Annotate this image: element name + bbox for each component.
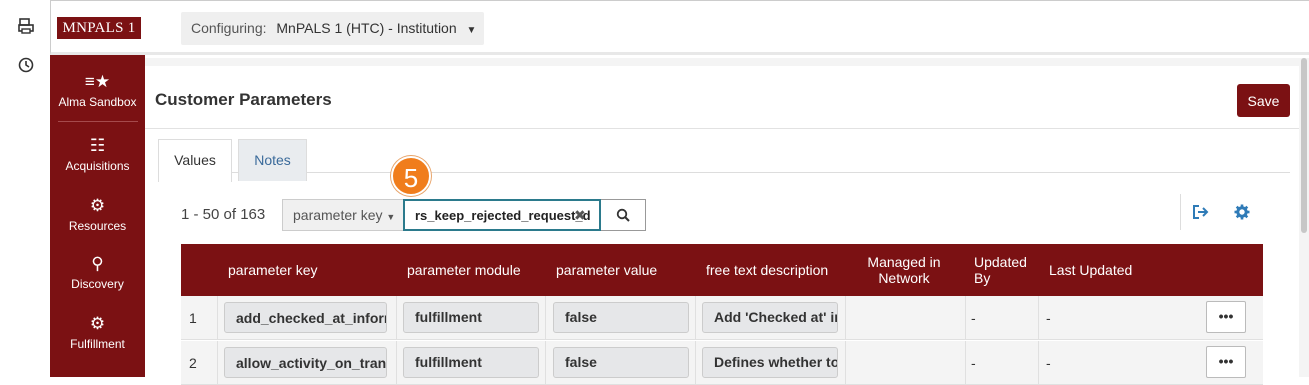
parameter-value-field[interactable]: false — [553, 302, 689, 333]
row-actions-button[interactable]: ••• — [1206, 301, 1246, 333]
sidebar-item-label: Alma Sandbox — [58, 95, 137, 109]
divider — [965, 341, 966, 385]
top-header: MNPALS 1 Configuring: MnPALS 1 (HTC) - I… — [50, 0, 1309, 55]
configuring-dropdown[interactable]: Configuring: MnPALS 1 (HTC) - Institutio… — [181, 12, 484, 45]
sidebar-item-label: Discovery — [71, 277, 124, 291]
updated-by-value: - — [971, 310, 976, 326]
left-rail — [0, 0, 50, 377]
divider — [396, 341, 397, 385]
acquisitions-gear-icon: ☷ — [89, 136, 106, 155]
sidebar-item-acquisitions[interactable]: ☷ Acquisitions — [50, 135, 145, 173]
gear-icon[interactable] — [1234, 204, 1250, 225]
parameters-panel: Customer Parameters Save Values Notes 1 … — [145, 66, 1299, 385]
search-key-label: parameter key — [293, 207, 383, 223]
divider — [1038, 296, 1039, 340]
divider — [1180, 194, 1181, 230]
table-row: 1 fulfillment false Add 'Checked at' in … — [181, 296, 1263, 340]
table-header: parameter key parameter module parameter… — [181, 244, 1263, 296]
save-button[interactable]: Save — [1237, 84, 1290, 117]
search-icon — [616, 206, 630, 223]
vertical-scrollbar[interactable] — [1299, 58, 1309, 377]
row-actions-button[interactable]: ••• — [1206, 346, 1246, 378]
divider — [217, 296, 218, 340]
last-updated-value: - — [1046, 310, 1051, 326]
tab-bar: Values Notes — [158, 131, 1290, 182]
caret-down-icon: ▼ — [466, 25, 477, 36]
page-title: Customer Parameters — [155, 90, 332, 109]
divider — [545, 296, 546, 340]
divider — [845, 296, 846, 340]
divider — [695, 341, 696, 385]
divider — [1038, 341, 1039, 385]
column-header-parameter-module[interactable]: parameter module — [407, 244, 521, 296]
tab-notes[interactable]: Notes — [238, 139, 307, 181]
sidebar-item-fulfillment[interactable]: ⚙ Fulfillment — [50, 313, 145, 351]
history-clock-icon[interactable] — [16, 57, 36, 77]
column-header-last-updated[interactable]: Last Updated — [1049, 244, 1132, 296]
sidebar-item-label: Resources — [68, 219, 127, 233]
telescope-gear-icon: ⚲ — [91, 254, 104, 273]
results-count: 1 - 50 of 163 — [181, 206, 266, 223]
divider — [545, 341, 546, 385]
fulfillment-gear-icon: ⚙ — [89, 314, 106, 333]
list-star-icon: ≡★ — [84, 72, 111, 91]
printer-icon[interactable] — [16, 18, 36, 38]
mnpals-logo[interactable]: MNPALS 1 — [57, 17, 141, 39]
updated-by-value: - — [971, 355, 976, 371]
main-content: Customer Parameters Save Values Notes 1 … — [145, 58, 1299, 385]
table-row: 2 fulfillment false Defines whether to -… — [181, 341, 1263, 385]
step-badge: 5 — [391, 156, 431, 196]
divider — [965, 296, 966, 340]
search-button[interactable] — [601, 199, 646, 231]
divider — [145, 128, 1299, 129]
caret-down-icon: ▼ — [386, 212, 396, 222]
sidebar-item-alma-sandbox[interactable]: ≡★ Alma Sandbox — [50, 71, 145, 109]
parameter-module-field[interactable]: fulfillment — [403, 347, 539, 378]
divider — [845, 341, 846, 385]
column-header-parameter-key[interactable]: parameter key — [228, 244, 317, 296]
column-header-managed-in-network[interactable]: Managed in Network — [858, 244, 950, 296]
scrollbar-thumb[interactable] — [1301, 58, 1307, 233]
parameter-module-field[interactable]: fulfillment — [403, 302, 539, 333]
sidebar-item-label: Acquisitions — [65, 159, 130, 173]
column-header-description[interactable]: free text description — [706, 244, 828, 296]
description-field[interactable]: Defines whether to — [702, 347, 838, 378]
configuring-label: Configuring: — [191, 20, 267, 36]
row-number: 1 — [189, 310, 197, 326]
description-field[interactable]: Add 'Checked at' in — [702, 302, 838, 333]
parameter-key-field[interactable] — [224, 347, 387, 378]
row-number: 2 — [189, 355, 197, 371]
parameter-key-field[interactable] — [224, 302, 387, 333]
search-input[interactable] — [403, 199, 601, 231]
parameter-value-field[interactable]: false — [553, 347, 689, 378]
divider — [217, 341, 218, 385]
main-sidebar: ≡★ Alma Sandbox ☷ Acquisitions ⚙ Resourc… — [50, 55, 145, 377]
configuring-value: MnPALS 1 (HTC) - Institution — [276, 20, 457, 36]
sidebar-item-resources[interactable]: ⚙ Resources — [50, 195, 145, 233]
divider — [58, 121, 138, 122]
sidebar-item-discovery[interactable]: ⚲ Discovery — [50, 253, 145, 291]
column-header-updated-by[interactable]: Updated By — [974, 244, 1032, 296]
column-header-parameter-value[interactable]: parameter value — [556, 244, 657, 296]
clear-search-icon[interactable]: ✖ — [574, 207, 586, 224]
search-key-dropdown[interactable]: parameter key ▼ — [282, 199, 403, 231]
divider — [396, 296, 397, 340]
tab-values[interactable]: Values — [158, 139, 232, 182]
sidebar-item-label: Fulfillment — [70, 337, 125, 351]
divider — [695, 296, 696, 340]
export-icon[interactable] — [1192, 204, 1209, 225]
last-updated-value: - — [1046, 355, 1051, 371]
resources-gear-icon: ⚙ — [89, 196, 106, 215]
